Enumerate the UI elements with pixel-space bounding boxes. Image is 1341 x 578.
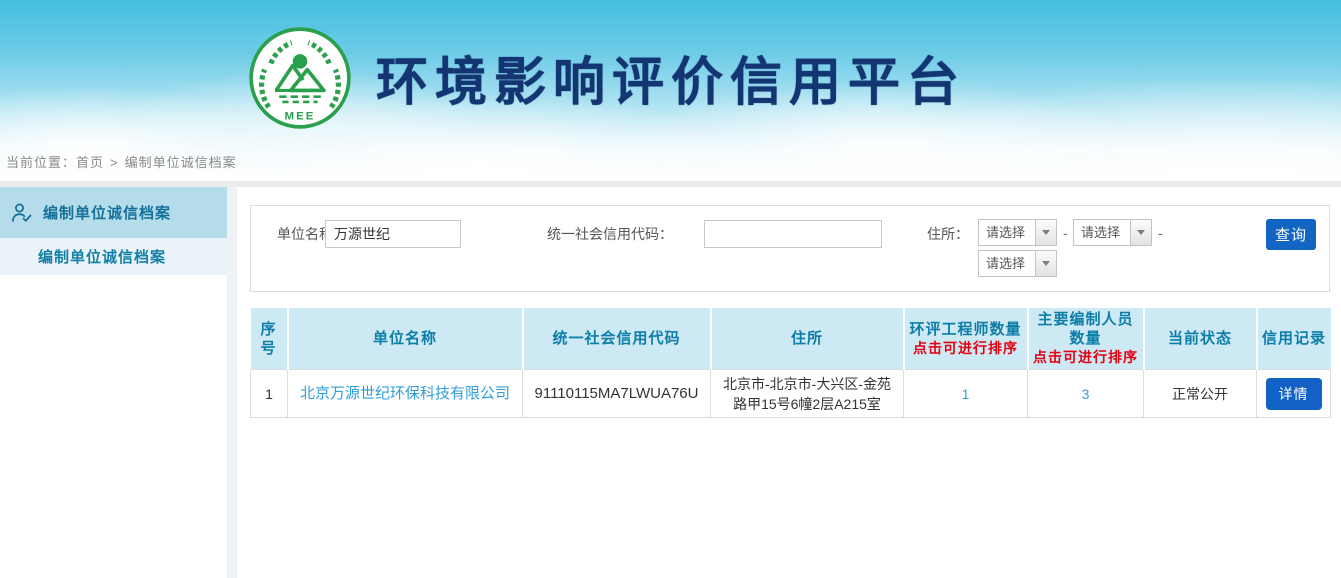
credit-code-input[interactable] — [704, 220, 882, 248]
site-header: MEE 环境影响评价信用平台 当前位置：首页 > 编制单位诚信档案 — [0, 0, 1341, 181]
col-engineer-count-sortable[interactable]: 环评工程师数量 点击可进行排序 — [904, 308, 1028, 370]
table-row: 1 北京万源世纪环保科技有限公司 91110115MA7LWUA76U 北京市-… — [251, 370, 1331, 418]
breadcrumb-current: 编制单位诚信档案 — [125, 155, 237, 170]
unit-name-input[interactable] — [325, 220, 461, 248]
search-panel: 单位名称： 统一社会信用代码： 住所： 请选择 - 请选择 - 请选择 — [250, 205, 1330, 292]
results-table: 序号 单位名称 统一社会信用代码 住所 环评工程师数量 点击可进行排序 主要编制… — [250, 308, 1331, 418]
breadcrumb-prefix: 当前位置： — [6, 155, 76, 170]
engineer-sort-hint[interactable]: 点击可进行排序 — [909, 339, 1023, 358]
status-value: 正常公开 — [1144, 370, 1257, 418]
col-residence: 住所 — [711, 308, 904, 370]
svg-text:MEE: MEE — [284, 110, 315, 122]
engineer-count-link[interactable]: 1 — [962, 386, 970, 402]
sidebar-section-label: 编制单位诚信档案 — [43, 202, 171, 223]
breadcrumb-separator: > — [110, 155, 119, 170]
sidebar: 编制单位诚信档案 编制单位诚信档案 — [0, 187, 227, 578]
staff-sort-hint[interactable]: 点击可进行排序 — [1033, 348, 1139, 367]
mee-logo-icon: MEE — [248, 26, 352, 130]
col-status: 当前状态 — [1144, 308, 1257, 370]
residence-value: 北京市-北京市-大兴区-金苑路甲15号6幢2层A215室 — [711, 370, 904, 418]
residence-province-value: 请选择 — [979, 220, 1035, 245]
residence-dash-2: - — [1158, 225, 1163, 241]
col-credit-code: 统一社会信用代码 — [523, 308, 711, 370]
residence-label: 住所： — [911, 220, 969, 248]
credit-code-value: 91110115MA7LWUA76U — [535, 385, 699, 402]
credit-code-label: 统一社会信用代码： — [521, 220, 673, 248]
col-staff-count-sortable[interactable]: 主要编制人员数量 点击可进行排序 — [1028, 308, 1144, 370]
breadcrumb: 当前位置：首页 > 编制单位诚信档案 — [6, 152, 237, 171]
chevron-down-icon[interactable] — [1035, 251, 1056, 276]
unit-name-link[interactable]: 北京万源世纪环保科技有限公司 — [300, 385, 510, 402]
chevron-down-icon[interactable] — [1130, 220, 1151, 245]
page-title: 环境影响评价信用平台 — [376, 40, 966, 115]
residence-district-select[interactable]: 请选择 — [978, 250, 1057, 277]
residence-district-value: 请选择 — [979, 251, 1035, 276]
breadcrumb-home-link[interactable]: 首页 — [76, 155, 104, 170]
cell-seq: 1 — [251, 370, 288, 418]
chevron-down-icon[interactable] — [1035, 220, 1056, 245]
residence-city-select[interactable]: 请选择 — [1073, 219, 1152, 246]
col-seq: 序号 — [251, 308, 288, 370]
staff-count-header: 主要编制人员数量 — [1037, 311, 1133, 347]
sidebar-item-credit-archive[interactable]: 编制单位诚信档案 — [0, 238, 227, 275]
page: MEE 环境影响评价信用平台 当前位置：首页 > 编制单位诚信档案 编制单位诚信档案… — [0, 0, 1341, 578]
sidebar-divider — [227, 187, 237, 578]
main-content: 单位名称： 统一社会信用代码： 住所： 请选择 - 请选择 - 请选择 — [237, 187, 1341, 578]
sidebar-item-label: 编制单位诚信档案 — [38, 246, 166, 267]
col-unit-name: 单位名称 — [288, 308, 523, 370]
user-check-icon — [10, 201, 34, 225]
table-header-row: 序号 单位名称 统一社会信用代码 住所 环评工程师数量 点击可进行排序 主要编制… — [251, 308, 1331, 370]
residence-province-select[interactable]: 请选择 — [978, 219, 1057, 246]
residence-dash-1: - — [1063, 225, 1068, 241]
staff-count-link[interactable]: 3 — [1082, 386, 1090, 402]
query-button[interactable]: 查询 — [1266, 219, 1316, 250]
residence-city-value: 请选择 — [1074, 220, 1130, 245]
sidebar-section-credit-archive[interactable]: 编制单位诚信档案 — [0, 187, 227, 238]
detail-button[interactable]: 详情 — [1266, 378, 1322, 410]
col-credit-record: 信用记录 — [1257, 308, 1331, 370]
engineer-count-header: 环评工程师数量 — [909, 321, 1021, 338]
